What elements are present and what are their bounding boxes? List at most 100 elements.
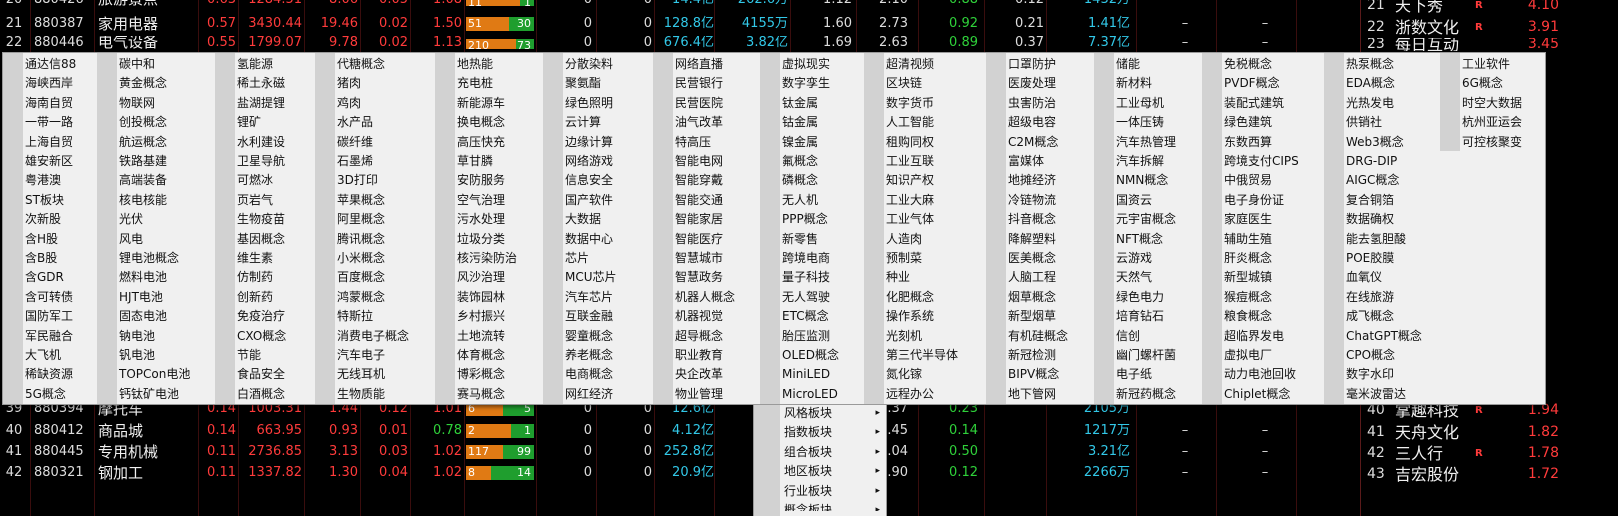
concept-menu-item[interactable]: MCU芯片 xyxy=(565,268,617,287)
concept-menu-item[interactable]: POE胶膜 xyxy=(1346,249,1394,268)
concept-menu-item[interactable]: 通达信88 xyxy=(25,55,76,74)
concept-menu-item[interactable]: 血氧仪 xyxy=(1346,268,1382,287)
concept-menu-item[interactable]: 创新药 xyxy=(237,288,273,307)
concept-menu-item[interactable]: 智能交通 xyxy=(675,191,723,210)
concept-menu-item[interactable]: 知识产权 xyxy=(886,171,934,190)
concept-menu-item[interactable]: 新冠检测 xyxy=(1008,346,1056,365)
concept-menu-item[interactable]: 5G概念 xyxy=(25,385,66,404)
concept-menu-item[interactable]: 含可转债 xyxy=(25,288,73,307)
concept-menu-item[interactable]: 大数据 xyxy=(565,210,601,229)
concept-menu-item[interactable]: 成飞概念 xyxy=(1346,307,1394,326)
concept-menu-item[interactable]: 基因概念 xyxy=(237,230,285,249)
concept-menu-item[interactable]: 石墨烯 xyxy=(337,152,373,171)
concept-menu-item[interactable]: 有机硅概念 xyxy=(1008,327,1068,346)
concept-menu-item[interactable]: 超临界发电 xyxy=(1224,327,1284,346)
concept-menu-item[interactable]: Web3概念 xyxy=(1346,133,1404,152)
concept-menu-item[interactable]: 信创 xyxy=(1116,327,1140,346)
concept-menu-item[interactable]: 工业气体 xyxy=(886,210,934,229)
concept-menu-item[interactable]: 消费电子概念 xyxy=(337,327,409,346)
concept-menu-item[interactable]: ST板块 xyxy=(25,191,64,210)
concept-menu-item[interactable]: 分散染料 xyxy=(565,55,613,74)
concept-menu-item[interactable]: 智慧政务 xyxy=(675,268,723,287)
concept-menu-item[interactable]: 乡村振兴 xyxy=(457,307,505,326)
concept-menu-item[interactable]: 高端装备 xyxy=(119,171,167,190)
concept-menu-item[interactable]: 数据中心 xyxy=(565,230,613,249)
concept-menu-item[interactable]: 雄安新区 xyxy=(25,152,73,171)
watchlist-row[interactable]: 41 天舟文化 1.82 xyxy=(1361,421,1618,444)
concept-menu-item[interactable]: 新型烟草 xyxy=(1008,307,1056,326)
concept-menu-item[interactable]: CXO概念 xyxy=(237,327,286,346)
concept-menu-item[interactable]: 生物疫苗 xyxy=(237,210,285,229)
concept-menu-item[interactable]: 氢能源 xyxy=(237,55,273,74)
concept-menu-item[interactable]: 动力电池回收 xyxy=(1224,365,1296,384)
concept-menu-item[interactable]: 氟概念 xyxy=(782,152,818,171)
concept-menu-item[interactable]: 民营银行 xyxy=(675,74,723,93)
concept-menu-item[interactable]: 新能源车 xyxy=(457,94,505,113)
concept-menu-item[interactable]: 钙钛矿电池 xyxy=(119,385,179,404)
concept-menu-item[interactable]: 机器视觉 xyxy=(675,307,723,326)
concept-menu-item[interactable]: 网络直播 xyxy=(675,55,723,74)
concept-menu-item[interactable]: 粮食概念 xyxy=(1224,307,1272,326)
concept-menu-item[interactable]: 卫星导航 xyxy=(237,152,285,171)
concept-menu-item[interactable]: 芯片 xyxy=(565,249,589,268)
concept-menu-item[interactable]: 储能 xyxy=(1116,55,1140,74)
concept-menu-item[interactable]: 人工智能 xyxy=(886,113,934,132)
concept-menu-item[interactable]: 电子身份证 xyxy=(1224,191,1284,210)
concept-menu-item[interactable]: 镍金属 xyxy=(782,133,818,152)
concept-menu-item[interactable]: 食品安全 xyxy=(237,365,285,384)
concept-menu-item[interactable]: 化肥概念 xyxy=(886,288,934,307)
concept-menu-item[interactable]: 人造肉 xyxy=(886,230,922,249)
concept-menu-item[interactable]: 垃圾分类 xyxy=(457,230,505,249)
concept-menu-item[interactable]: 新冠药概念 xyxy=(1116,385,1176,404)
concept-menu-item[interactable]: 供销社 xyxy=(1346,113,1382,132)
concept-menu-item[interactable]: BIPV概念 xyxy=(1008,365,1059,384)
watchlist-row[interactable]: 42 三人行 R 1.78 xyxy=(1361,442,1618,465)
concept-menu-item[interactable]: 毫米波雷达 xyxy=(1346,385,1406,404)
concept-menu-item[interactable]: 锂电池概念 xyxy=(119,249,179,268)
concept-menu-item[interactable]: 数字孪生 xyxy=(782,74,830,93)
concept-menu-item[interactable]: 家庭医生 xyxy=(1224,210,1272,229)
concept-menu-item[interactable]: 智慧城市 xyxy=(675,249,723,268)
concept-menu-item[interactable]: 量子科技 xyxy=(782,268,830,287)
concept-menu-item[interactable]: 聚氨酯 xyxy=(565,74,601,93)
watchlist-row[interactable]: 43 吉宏股份 1.72 xyxy=(1361,463,1618,486)
concept-menu-item[interactable]: 汽车芯片 xyxy=(565,288,613,307)
concept-menu-item[interactable]: 一带一路 xyxy=(25,113,73,132)
table-row[interactable]: 20880426旅游景点0.631284.518.060.051.0811100… xyxy=(0,0,1360,6)
concept-menu-item[interactable]: 代糖概念 xyxy=(337,55,385,74)
concept-menu-item[interactable]: 智能家居 xyxy=(675,210,723,229)
concept-menu-item[interactable]: 智能电网 xyxy=(675,152,723,171)
concept-menu-item[interactable]: 仿制药 xyxy=(237,268,273,287)
concept-menu-item[interactable]: 虚拟电厂 xyxy=(1224,346,1272,365)
concept-menu-item[interactable]: 国产软件 xyxy=(565,191,613,210)
concept-menu-item[interactable]: 免税概念 xyxy=(1224,55,1272,74)
concept-menu-item[interactable]: 碳纤维 xyxy=(337,133,373,152)
watchlist-row[interactable]: 21 天下秀 R 4.10 xyxy=(1361,0,1618,17)
concept-menu-item[interactable]: MiniLED xyxy=(782,365,830,384)
concept-menu-item[interactable]: 钛金属 xyxy=(782,94,818,113)
concept-menu-item[interactable]: 无线耳机 xyxy=(337,365,385,384)
concept-menu-item[interactable]: 东数西算 xyxy=(1224,133,1272,152)
concept-menu-item[interactable]: HJT电池 xyxy=(119,288,163,307)
concept-menu-item[interactable]: 鸿蒙概念 xyxy=(337,288,385,307)
concept-menu-item[interactable]: 工业互联 xyxy=(886,152,934,171)
concept-menu-item[interactable]: OLED概念 xyxy=(782,346,839,365)
concept-menu-item[interactable]: 超清视频 xyxy=(886,55,934,74)
concept-menu-item[interactable]: 光热发电 xyxy=(1346,94,1394,113)
concept-menu-item[interactable]: 新材料 xyxy=(1116,74,1152,93)
concept-menu-item[interactable]: 电商概念 xyxy=(565,365,613,384)
concept-menu-item[interactable]: 绿色电力 xyxy=(1116,288,1164,307)
concept-menu-item[interactable]: 鸡肉 xyxy=(337,94,361,113)
concept-menu-item[interactable]: 跨境支付CIPS xyxy=(1224,152,1299,171)
concept-menu-item[interactable]: 职业教育 xyxy=(675,346,723,365)
concept-menu-item[interactable]: 百度概念 xyxy=(337,268,385,287)
concept-menu-item[interactable]: 钴金属 xyxy=(782,113,818,132)
concept-menu-item[interactable]: 绿色建筑 xyxy=(1224,113,1272,132)
concept-menu-item[interactable]: 婴童概念 xyxy=(565,327,613,346)
concept-menu-item[interactable]: 网红经济 xyxy=(565,385,613,404)
concept-menu-item[interactable]: 第三代半导体 xyxy=(886,346,958,365)
board-submenu-item[interactable]: 指数板块 ▸ xyxy=(780,423,886,442)
concept-menu-item[interactable]: 钒电池 xyxy=(119,346,155,365)
concept-menu-item[interactable]: 一体压铸 xyxy=(1116,113,1164,132)
concept-menu-item[interactable]: 空气治理 xyxy=(457,191,505,210)
